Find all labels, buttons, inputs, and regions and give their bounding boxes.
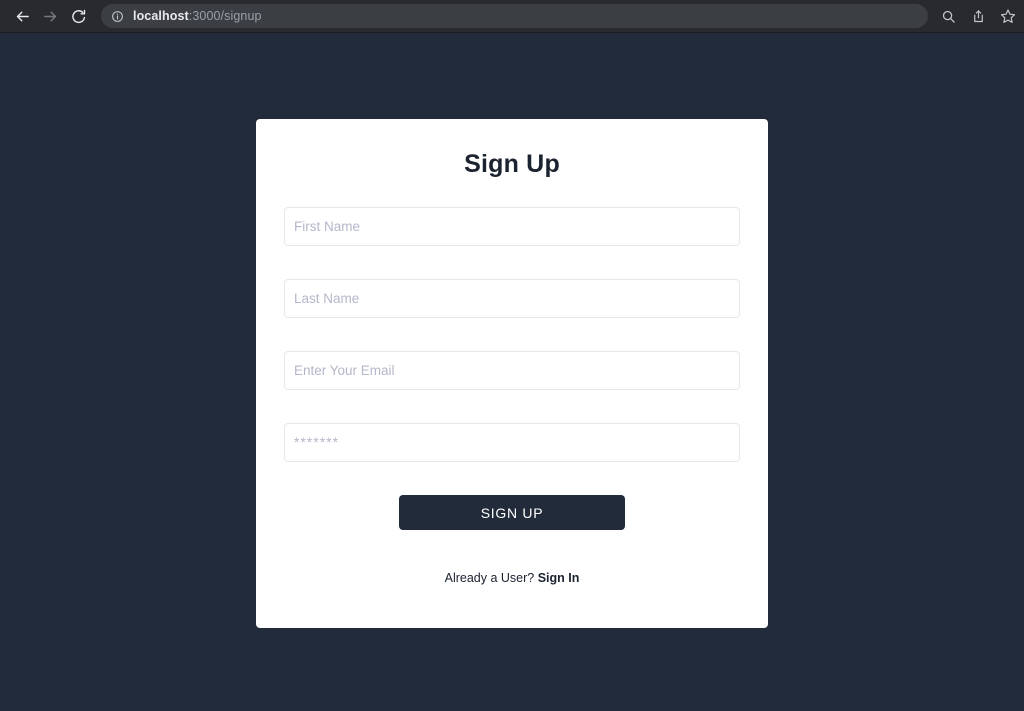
signup-submit-button[interactable]: SIGN UP bbox=[399, 495, 625, 530]
share-icon[interactable] bbox=[968, 6, 988, 26]
url-host: localhost bbox=[133, 9, 189, 23]
address-bar-text: localhost:3000/signup bbox=[133, 9, 262, 23]
reload-icon bbox=[70, 8, 87, 25]
back-arrow-icon bbox=[14, 8, 31, 25]
search-icon[interactable] bbox=[938, 6, 958, 26]
page-title: Sign Up bbox=[464, 150, 560, 178]
forward-arrow-icon bbox=[42, 8, 59, 25]
back-button[interactable] bbox=[8, 2, 36, 30]
bookmark-star-icon[interactable] bbox=[998, 6, 1018, 26]
toolbar-actions bbox=[938, 6, 1018, 26]
signin-link[interactable]: Sign In bbox=[538, 571, 580, 585]
password-input[interactable] bbox=[284, 423, 740, 462]
info-circle-icon[interactable] bbox=[111, 10, 124, 23]
forward-button[interactable] bbox=[36, 2, 64, 30]
url-path: :3000/signup bbox=[188, 9, 262, 23]
reload-button[interactable] bbox=[64, 2, 92, 30]
signin-prompt: Already a User? Sign In bbox=[284, 571, 740, 585]
email-input[interactable] bbox=[284, 351, 740, 390]
first-name-input[interactable] bbox=[284, 207, 740, 246]
browser-toolbar: localhost:3000/signup bbox=[0, 0, 1024, 33]
last-name-input[interactable] bbox=[284, 279, 740, 318]
page-viewport: Sign Up SIGN UP Already a User? Sign In bbox=[0, 33, 1024, 711]
signup-form: SIGN UP Already a User? Sign In bbox=[284, 207, 740, 585]
address-bar[interactable]: localhost:3000/signup bbox=[101, 4, 928, 28]
signin-prompt-text: Already a User? bbox=[444, 571, 535, 585]
signup-card: Sign Up SIGN UP Already a User? Sign In bbox=[256, 119, 768, 628]
